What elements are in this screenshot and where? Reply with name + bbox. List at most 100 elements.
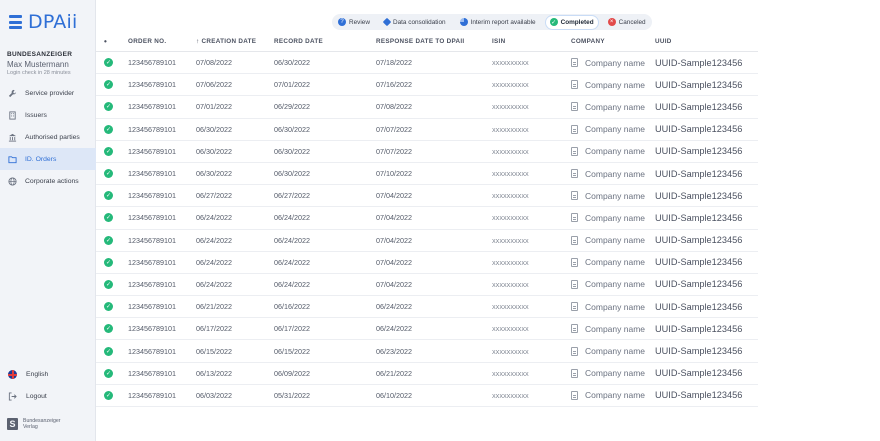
cell-order-no: 123456789101 <box>128 102 176 112</box>
cell-order-no: 123456789101 <box>128 235 176 245</box>
cell-creation-date: 06/30/2022 <box>196 169 232 179</box>
cell-creation-date: 06/13/2022 <box>196 368 232 378</box>
cell-response-date: 07/18/2022 <box>376 58 412 68</box>
table-row[interactable]: ✓ 123456789101 06/15/2022 06/15/2022 06/23/2… <box>96 340 758 363</box>
publisher-sub: Verlag <box>23 424 38 430</box>
filter-review[interactable]: ? Review <box>334 16 374 29</box>
document-icon[interactable] <box>571 80 578 90</box>
document-icon[interactable] <box>571 257 578 267</box>
table-row[interactable]: ✓ 123456789101 06/27/2022 06/27/2022 07/04/2… <box>96 185 758 208</box>
document-icon[interactable] <box>571 102 578 112</box>
document-icon[interactable] <box>571 390 578 400</box>
document-icon[interactable] <box>571 235 578 245</box>
document-icon[interactable] <box>571 324 578 334</box>
header-uuid[interactable]: UUID <box>655 38 750 45</box>
document-icon[interactable] <box>571 368 578 378</box>
sidebar-item-id-orders[interactable]: ID. Orders <box>0 148 96 170</box>
table-row[interactable]: ✓ 123456789101 06/13/2022 06/09/2022 06/21/2… <box>96 363 758 385</box>
document-icon[interactable] <box>571 169 578 179</box>
table-row[interactable]: ✓ 123456789101 07/01/2022 06/29/2022 07/08/2… <box>96 96 758 119</box>
cell-isin: XXXXXXXXXX <box>492 305 529 312</box>
cell-response-date: 07/16/2022 <box>376 80 412 90</box>
filter-completed[interactable]: ✓ Completed <box>545 15 598 29</box>
cell-response-date: 07/04/2022 <box>376 235 412 245</box>
cell-uuid: UUID-Sample123456 <box>655 57 743 68</box>
header-isin[interactable]: ISIN <box>492 38 571 45</box>
cell-creation-date: 06/24/2022 <box>196 213 232 223</box>
cell-company: Company name <box>585 323 646 334</box>
document-icon[interactable] <box>571 146 578 156</box>
uk-flag-icon <box>8 370 17 379</box>
document-icon[interactable] <box>571 124 578 134</box>
header-company[interactable]: COMPANY <box>571 38 655 45</box>
table-row[interactable]: ✓ 123456789101 06/21/2022 06/16/2022 06/24/2… <box>96 296 758 319</box>
cell-isin: XXXXXXXXXX <box>492 349 529 356</box>
cell-company: Company name <box>585 212 646 223</box>
cell-company: Company name <box>585 235 646 246</box>
document-icon[interactable] <box>571 191 578 201</box>
language-label: English <box>26 371 49 378</box>
document-icon[interactable] <box>571 279 578 289</box>
cell-order-no: 123456789101 <box>128 257 176 267</box>
cell-creation-date: 06/24/2022 <box>196 279 232 289</box>
table-row[interactable]: ✓ 123456789101 06/24/2022 06/24/2022 07/04/2… <box>96 274 758 297</box>
completed-check-icon: ✓ <box>104 213 113 223</box>
table-row[interactable]: ✓ 123456789101 06/03/2022 05/31/2022 06/10/2… <box>96 385 758 407</box>
cell-creation-date: 06/21/2022 <box>196 302 232 312</box>
cell-record-date: 05/31/2022 <box>274 390 310 400</box>
cell-creation-date: 07/01/2022 <box>196 102 232 112</box>
cell-company: Company name <box>585 79 646 90</box>
sidebar-item-issuers[interactable]: Issuers <box>0 104 96 126</box>
publisher-mark-icon: S <box>7 418 18 430</box>
header-status[interactable]: • <box>96 37 118 46</box>
filter-data-consolidation[interactable]: Data consolidation <box>380 16 450 29</box>
document-icon[interactable] <box>571 58 578 68</box>
filter-label: Completed <box>560 18 594 26</box>
cell-company: Company name <box>585 190 646 201</box>
completed-check-icon: ✓ <box>104 124 113 134</box>
cell-record-date: 06/29/2022 <box>274 102 310 112</box>
table-row[interactable]: ✓ 123456789101 06/24/2022 06/24/2022 07/04/2… <box>96 207 758 230</box>
cell-response-date: 07/04/2022 <box>376 213 412 223</box>
completed-check-icon: ✓ <box>104 324 113 334</box>
logo[interactable]: DPAii <box>9 11 77 33</box>
document-icon[interactable] <box>571 346 578 356</box>
table-row[interactable]: ✓ 123456789101 07/08/2022 06/30/2022 07/18/2… <box>96 52 758 75</box>
language-switcher[interactable]: English <box>8 370 48 379</box>
completed-check-icon: ✓ <box>104 235 113 245</box>
logout-button[interactable]: Logout <box>8 392 47 401</box>
filter-interim-report[interactable]: Interim report available <box>456 16 540 29</box>
header-creation-date[interactable]: ↑ CREATION DATE <box>196 38 274 45</box>
table-body: ✓ 123456789101 07/08/2022 06/30/2022 07/18/2… <box>96 52 758 407</box>
sidebar-item-service-provider[interactable]: Service provider <box>0 82 96 104</box>
completed-check-icon: ✓ <box>104 390 113 400</box>
sidebar-item-authorised-parties[interactable]: Authorised parties <box>0 126 96 148</box>
cell-record-date: 06/17/2022 <box>274 324 310 334</box>
cell-uuid: UUID-Sample123456 <box>655 279 743 290</box>
cell-creation-date: 06/24/2022 <box>196 235 232 245</box>
header-order-no[interactable]: ORDER NO. <box>118 38 196 45</box>
header-response-date[interactable]: RESPONSE DATE TO DPAII <box>376 38 492 45</box>
table-row[interactable]: ✓ 123456789101 06/17/2022 06/17/2022 06/24/2… <box>96 318 758 341</box>
completed-check-icon: ✓ <box>104 169 113 179</box>
pie-icon <box>459 18 468 26</box>
filter-canceled[interactable]: × Canceled <box>604 16 650 29</box>
header-record-date[interactable]: RECORD DATE <box>274 38 376 45</box>
cell-record-date: 07/01/2022 <box>274 80 310 90</box>
table-row[interactable]: ✓ 123456789101 06/30/2022 06/30/2022 07/10/2… <box>96 163 758 186</box>
sidebar-item-corporate-actions[interactable]: Corporate actions <box>0 170 96 192</box>
cell-isin: XXXXXXXXXX <box>492 238 529 245</box>
table-header: • ORDER NO. ↑ CREATION DATE RECORD DATE … <box>96 32 758 52</box>
cell-record-date: 06/30/2022 <box>274 146 310 156</box>
cell-uuid: UUID-Sample123456 <box>655 168 743 179</box>
table-row[interactable]: ✓ 123456789101 06/30/2022 06/30/2022 07/07/2… <box>96 119 758 141</box>
table-row[interactable]: ✓ 123456789101 06/30/2022 06/30/2022 07/07/2… <box>96 141 758 163</box>
orders-table: • ORDER NO. ↑ CREATION DATE RECORD DATE … <box>96 32 758 407</box>
table-row[interactable]: ✓ 123456789101 06/24/2022 06/24/2022 07/04/2… <box>96 230 758 252</box>
completed-check-icon: ✓ <box>104 146 113 156</box>
table-row[interactable]: ✓ 123456789101 07/06/2022 07/01/2022 07/16/2… <box>96 74 758 97</box>
document-icon[interactable] <box>571 213 578 223</box>
cell-response-date: 06/24/2022 <box>376 302 412 312</box>
table-row[interactable]: ✓ 123456789101 06/24/2022 06/24/2022 07/04/2… <box>96 252 758 274</box>
document-icon[interactable] <box>571 302 578 312</box>
